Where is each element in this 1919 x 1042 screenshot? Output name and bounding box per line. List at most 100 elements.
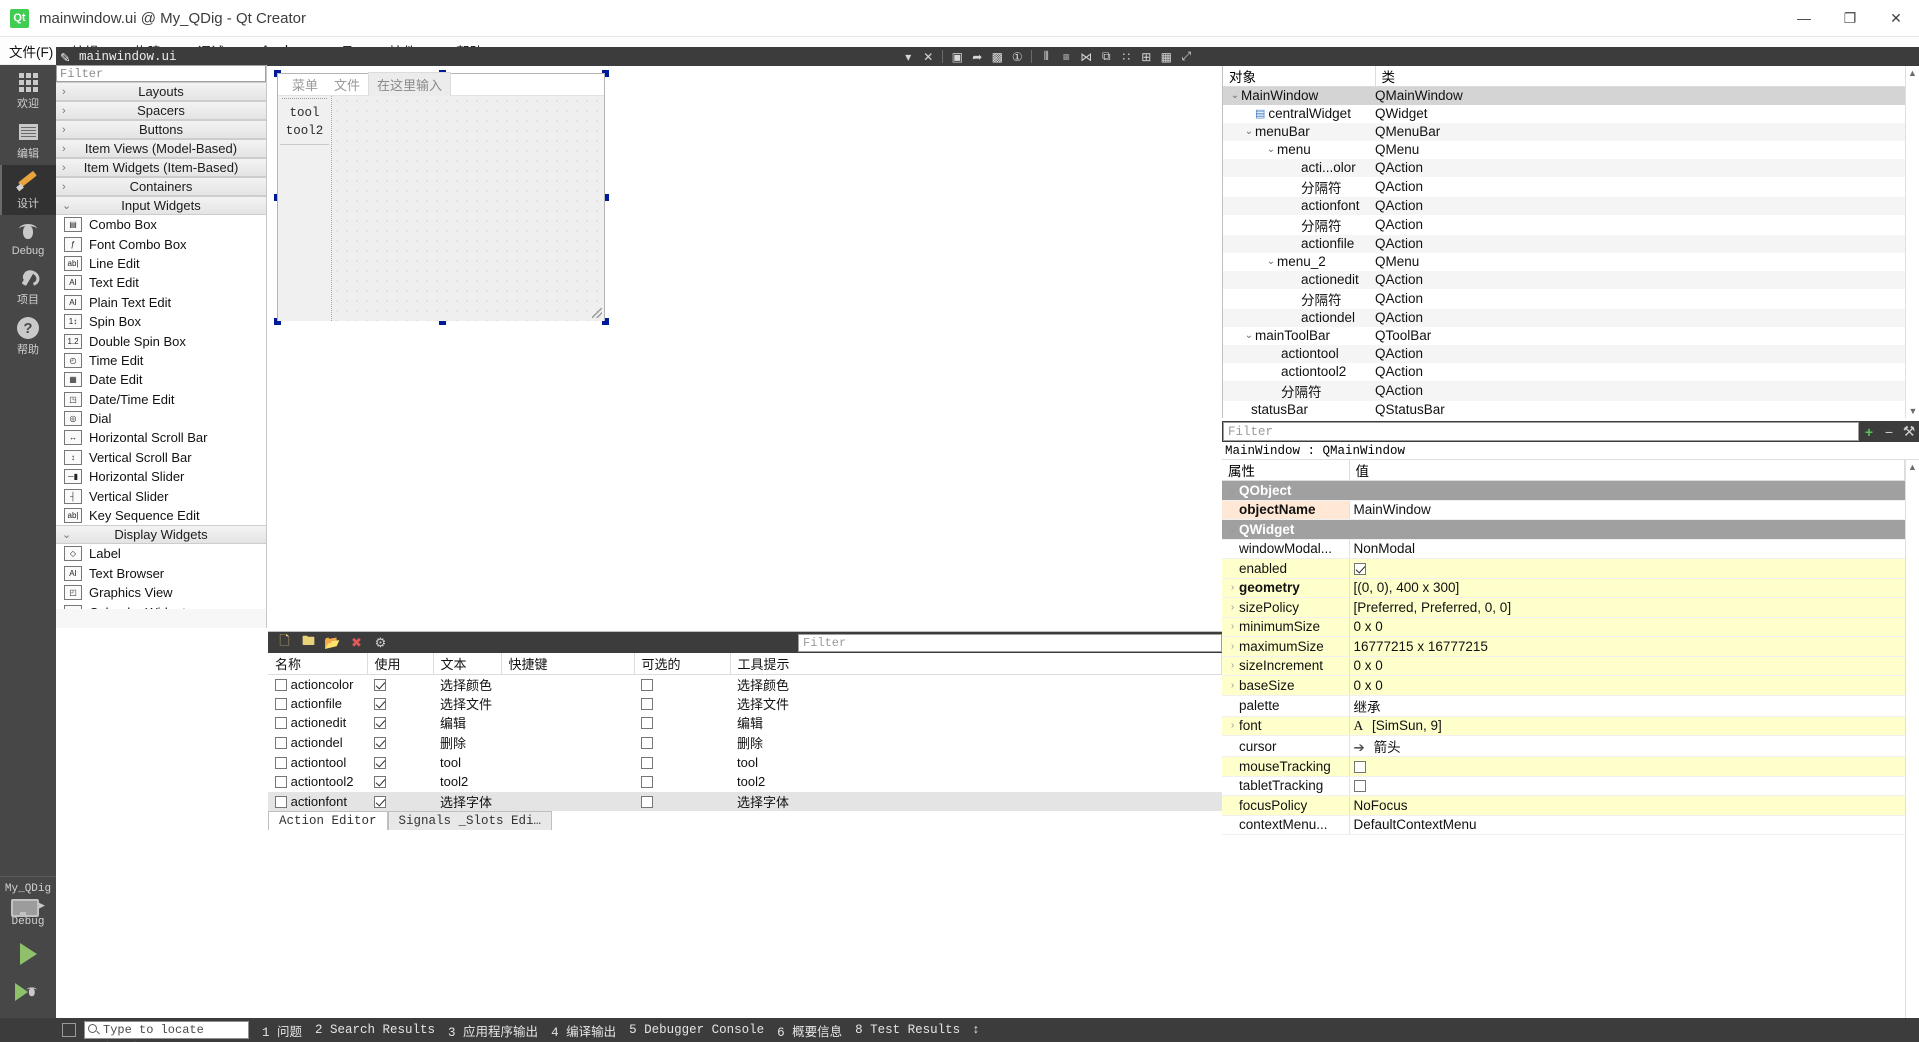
output-pane-search-results[interactable]: 2 Search Results: [315, 1023, 435, 1037]
widget-key-sequence-edit[interactable]: ab| Key Sequence Edit: [56, 505, 266, 526]
object-name-cell[interactable]: ▤ centralWidget: [1223, 105, 1375, 123]
object-name-cell[interactable]: ⌄ menu: [1223, 141, 1375, 159]
action-shortcut[interactable]: [501, 791, 634, 812]
col-name[interactable]: 名称: [268, 653, 368, 675]
chevron-down-icon[interactable]: ⌄: [1243, 330, 1255, 341]
edit-signals-slots-icon[interactable]: ➦: [968, 48, 986, 65]
widget-date-time-edit[interactable]: ◳ Date/Time Edit: [56, 389, 266, 409]
property-scrollbar[interactable]: ▲: [1905, 460, 1919, 1031]
object-name-cell[interactable]: 分隔符: [1223, 215, 1375, 235]
action-tooltip[interactable]: 选择文件: [730, 694, 1222, 714]
checkable-checkbox[interactable]: [641, 717, 653, 730]
col-text[interactable]: 文本: [433, 653, 502, 675]
scroll-up-icon[interactable]: ▲: [1906, 460, 1919, 474]
property-row-palette[interactable]: palette 继承: [1222, 695, 1905, 717]
mode-help[interactable]: ? 帮助: [0, 311, 56, 361]
edit-tab-order-icon[interactable]: ①: [1008, 48, 1026, 65]
scroll-up-icon[interactable]: ▲: [1906, 66, 1919, 80]
object-name-cell[interactable]: ⌄ menuBar: [1223, 122, 1375, 141]
category-buttons[interactable]: › Buttons: [56, 120, 266, 139]
action-checkable[interactable]: [634, 674, 730, 694]
chevron-right-icon[interactable]: ›: [1226, 641, 1239, 652]
property-row-maximumsize[interactable]: › maximumSize 16777215 x 16777215: [1222, 636, 1905, 657]
property-row-basesize[interactable]: › baseSize 0 x 0: [1222, 675, 1905, 696]
widget-time-edit[interactable]: ◴ Time Edit: [56, 350, 266, 371]
category-input-widgets[interactable]: ⌄ Input Widgets: [56, 196, 266, 215]
form-menu-item-0[interactable]: 菜单: [284, 73, 326, 96]
action-used[interactable]: [367, 733, 433, 753]
table-row[interactable]: actiontool2 tool2 tool2: [268, 772, 1222, 792]
chevron-down-icon[interactable]: ⌄: [1226, 524, 1239, 535]
property-value[interactable]: DefaultContextMenu: [1349, 815, 1905, 835]
widget-label[interactable]: ◇ Label: [56, 544, 266, 564]
output-pane-app-output[interactable]: 3 应用程序输出: [448, 1021, 538, 1040]
property-value[interactable]: [(0, 0), 400 x 300]: [1349, 578, 1905, 598]
table-row[interactable]: actionedit 编辑 编辑: [268, 713, 1222, 733]
output-pane-compile-output[interactable]: 4 编译输出: [551, 1021, 616, 1040]
property-row-mousetracking[interactable]: mouseTracking: [1222, 756, 1905, 777]
widget-combo-box[interactable]: ▤ Combo Box: [56, 215, 266, 235]
property-value[interactable]: ➔ 箭头: [1349, 735, 1905, 757]
property-row-sizepolicy[interactable]: › sizePolicy [Preferred, Preferred, 0, 0…: [1222, 597, 1905, 618]
action-checkable[interactable]: [634, 791, 730, 812]
property-key[interactable]: › sizeIncrement: [1222, 656, 1350, 676]
mousetracking-checkbox[interactable]: [1353, 760, 1366, 773]
object-name-cell[interactable]: acti...olor: [1223, 158, 1375, 177]
tree-row-actiondel[interactable]: actiondel QAction: [1223, 308, 1919, 327]
action-name[interactable]: actionfile: [268, 694, 367, 714]
action-checkable[interactable]: [634, 752, 730, 772]
close-document-button[interactable]: ✕: [919, 48, 937, 65]
tree-row-separator[interactable]: 分隔符 QAction: [1223, 215, 1919, 235]
configure-action-icon[interactable]: ⚙: [370, 633, 391, 652]
action-tooltip[interactable]: tool2: [730, 772, 1222, 792]
property-filter-input[interactable]: Filter: [1223, 422, 1859, 441]
tree-row-maintoolbar[interactable]: ⌄ mainToolBar QToolBar: [1223, 327, 1919, 345]
col-used[interactable]: 使用: [367, 653, 434, 675]
action-shortcut[interactable]: [501, 733, 634, 753]
action-shortcut[interactable]: [501, 694, 634, 714]
widget-box-filter-input[interactable]: Filter: [56, 65, 266, 82]
property-row-enabled[interactable]: enabled: [1222, 558, 1905, 579]
action-name[interactable]: actiondel: [268, 733, 367, 753]
tree-row-menu[interactable]: ⌄ menu QMenu: [1223, 141, 1919, 159]
output-pane-updown-icon[interactable]: ↕: [972, 1023, 980, 1037]
widget-horizontal-scroll-bar[interactable]: ↔ Horizontal Scroll Bar: [56, 428, 266, 448]
property-key[interactable]: cursor: [1222, 735, 1350, 757]
property-group-qwidget[interactable]: ⌄ QWidget: [1222, 519, 1905, 540]
group-label-cell[interactable]: ⌄ QObject: [1222, 480, 1905, 501]
widget-vertical-slider[interactable]: ┤ Vertical Slider: [56, 486, 266, 506]
category-item-views[interactable]: › Item Views (Model-Based): [56, 139, 266, 158]
object-name-cell[interactable]: actiontool2: [1223, 363, 1375, 381]
used-checkbox[interactable]: [374, 776, 386, 789]
property-row-windowmodality[interactable]: windowModal... NonModal: [1222, 539, 1905, 559]
property-value[interactable]: [1349, 558, 1905, 579]
form-menu-item-1[interactable]: 文件: [326, 73, 368, 96]
action-name[interactable]: actiontool: [268, 752, 367, 772]
object-name-cell[interactable]: ⌄ menu_2: [1223, 253, 1375, 271]
category-display-widgets[interactable]: ⌄ Display Widgets: [56, 525, 266, 545]
action-shortcut[interactable]: [501, 713, 634, 733]
property-row-contextmenupolicy[interactable]: contextMenu... DefaultContextMenu: [1222, 815, 1905, 835]
action-checkable[interactable]: [634, 772, 730, 792]
adjust-size-icon[interactable]: ⤢: [1177, 48, 1195, 65]
property-key[interactable]: windowModal...: [1222, 539, 1350, 559]
object-name-cell[interactable]: actiondel: [1223, 308, 1375, 327]
chevron-right-icon[interactable]: ›: [1226, 602, 1239, 613]
remove-dynamic-property-icon[interactable]: −: [1879, 421, 1899, 442]
used-checkbox[interactable]: [374, 697, 386, 710]
output-toggle-button[interactable]: [62, 1023, 76, 1037]
property-row-sizeincrement[interactable]: › sizeIncrement 0 x 0: [1222, 656, 1905, 676]
mode-design[interactable]: 设计: [0, 165, 56, 215]
action-tooltip[interactable]: 删除: [730, 733, 1222, 753]
action-tooltip[interactable]: 选择字体: [730, 791, 1222, 812]
tree-row-menu2[interactable]: ⌄ menu_2 QMenu: [1223, 253, 1919, 271]
checkable-checkbox[interactable]: [641, 697, 653, 710]
property-row-objectname[interactable]: objectName MainWindow: [1222, 500, 1905, 520]
add-dynamic-property-icon[interactable]: +: [1859, 421, 1879, 442]
close-button[interactable]: ✕: [1873, 0, 1919, 37]
widget-plain-text-edit[interactable]: AI Plain Text Edit: [56, 292, 266, 312]
layout-horizontally-icon[interactable]: ⦀: [1037, 48, 1055, 65]
tree-row-separator[interactable]: 分隔符 QAction: [1223, 289, 1919, 309]
object-name-cell[interactable]: actionfont: [1223, 196, 1375, 215]
property-key[interactable]: mouseTracking: [1222, 756, 1350, 777]
